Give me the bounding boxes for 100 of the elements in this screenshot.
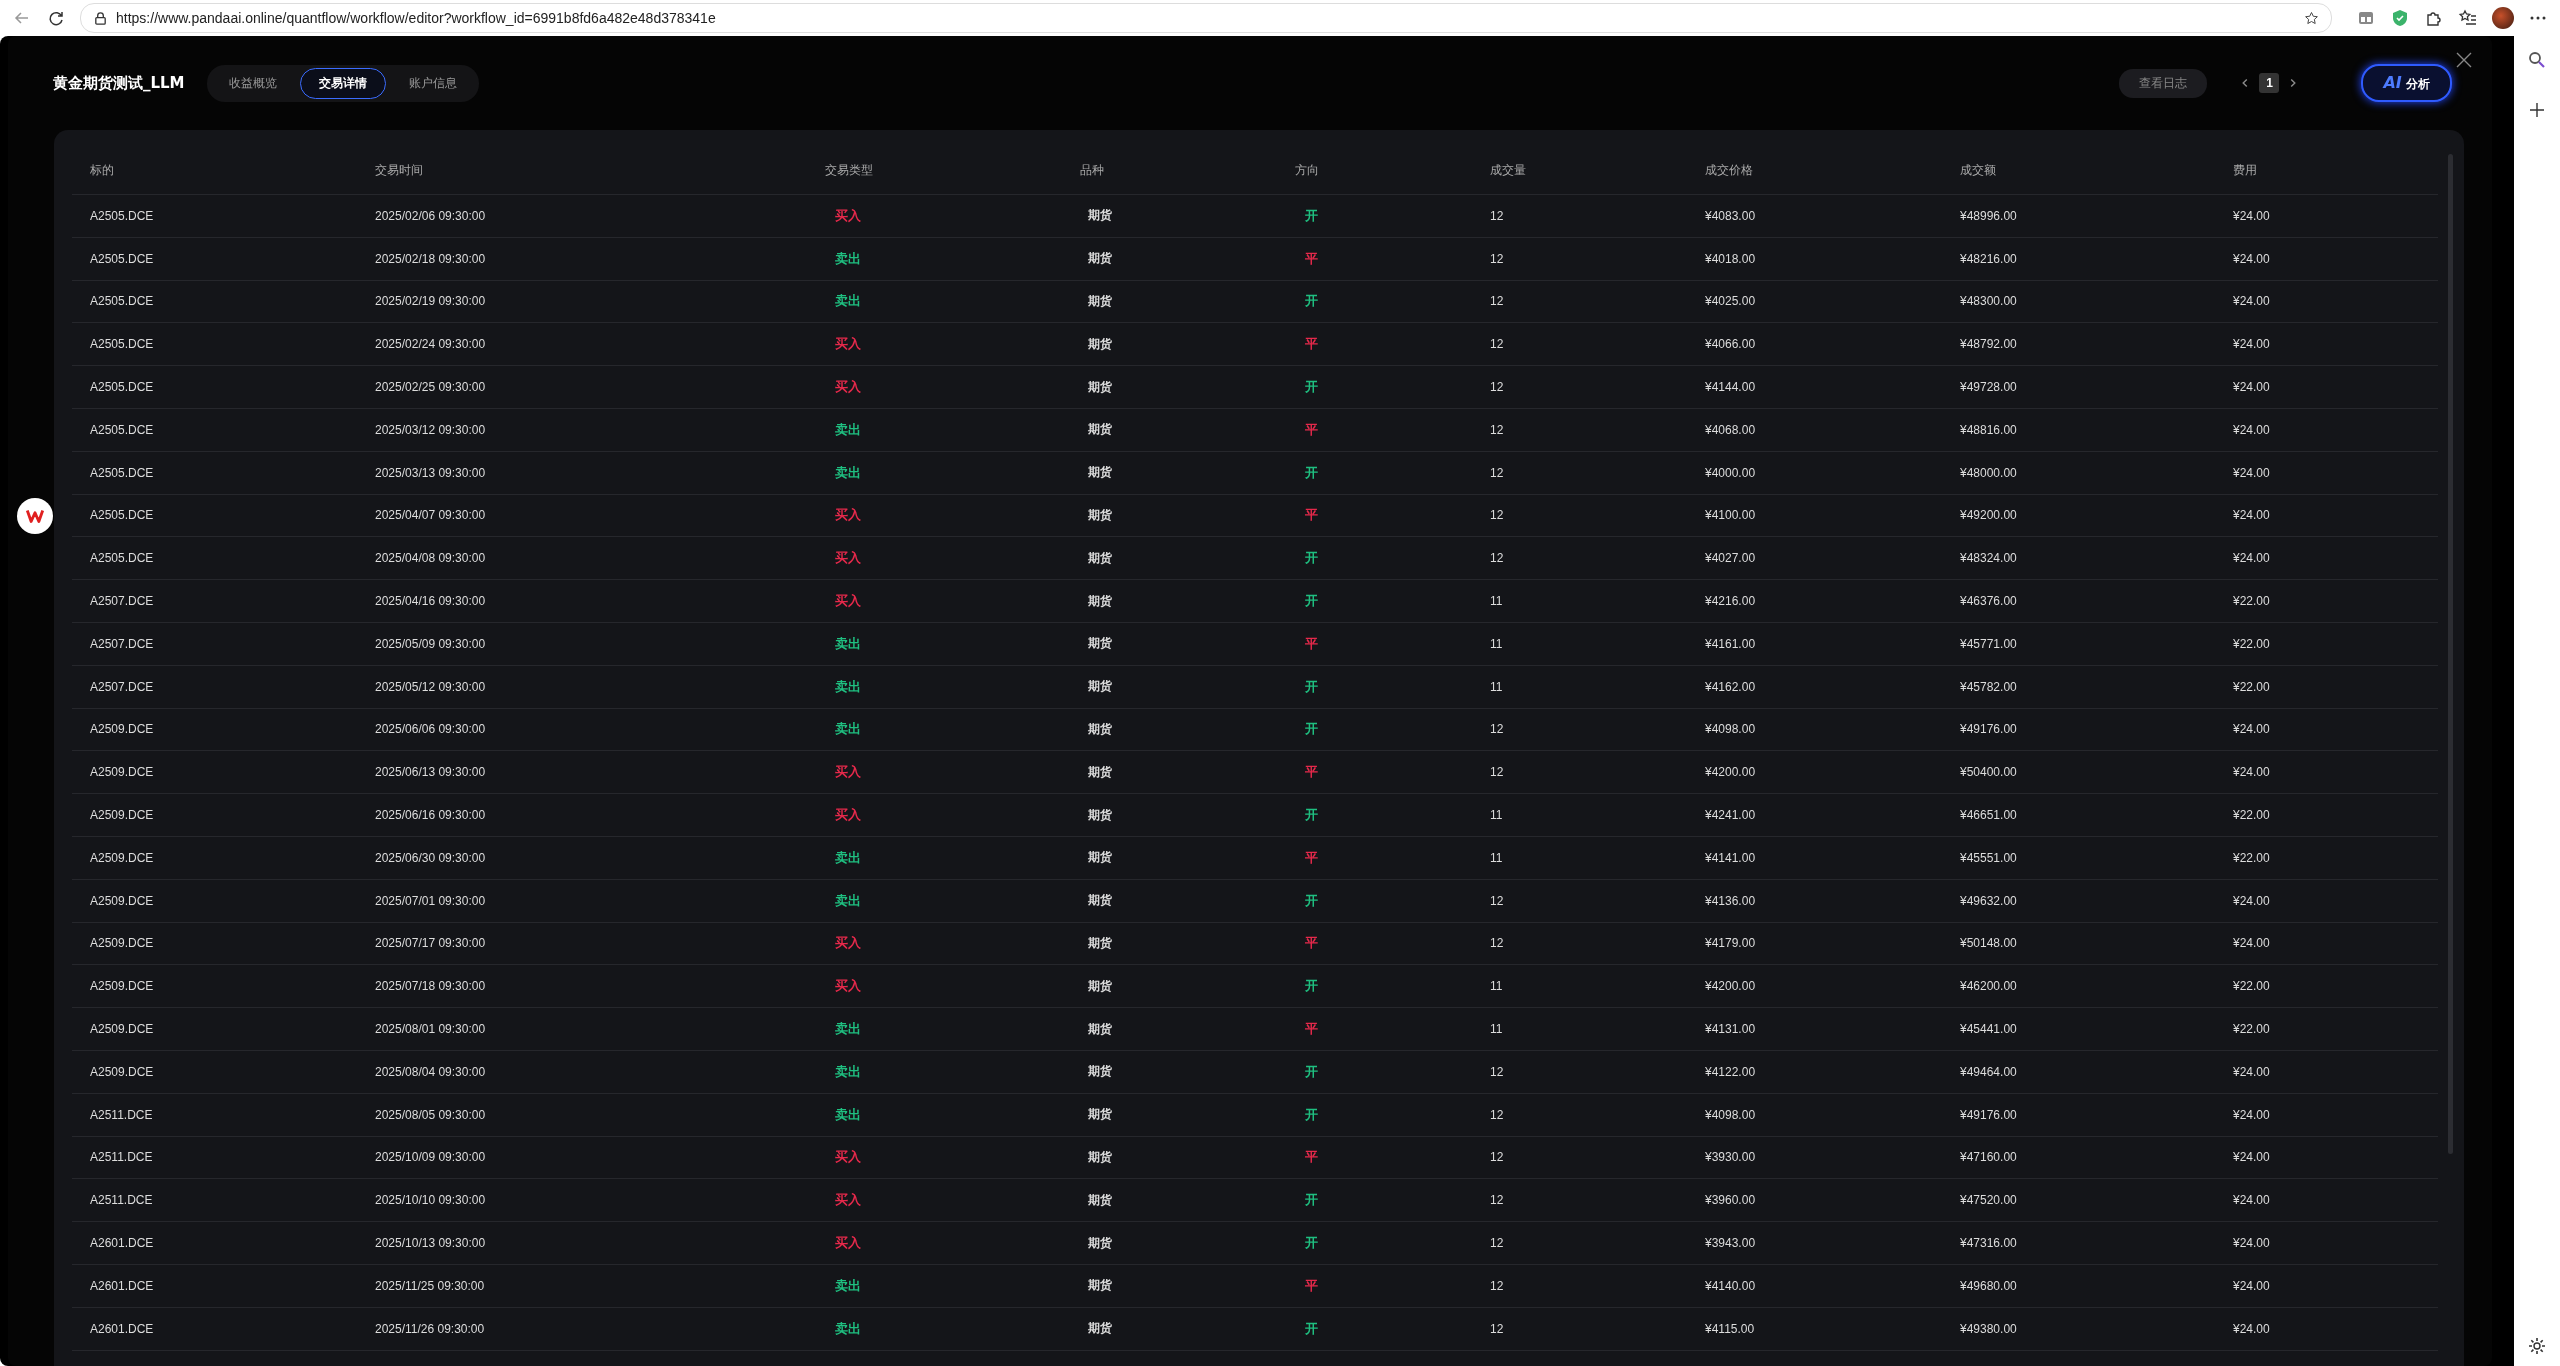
column-header: 品种 (1080, 161, 1104, 179)
table-cell: ¥45782.00 (1960, 679, 2017, 694)
table-cell: 12 (1490, 1064, 1504, 1079)
table-cell-text: 开 (1304, 977, 1318, 996)
favorites-icon[interactable] (2458, 8, 2478, 28)
table-cell-text: 卖出 (834, 249, 861, 268)
table-cell: 11 (1490, 1022, 1503, 1037)
table-cell: A2507.DCE (90, 636, 154, 651)
search-icon[interactable] (2527, 50, 2547, 70)
table-cell-text: 开 (1304, 1191, 1318, 1210)
table-cell-text: 开 (1304, 891, 1318, 910)
table-cell: A2507.DCE (90, 679, 154, 694)
table-cell: ¥24.00 (2233, 422, 2270, 437)
table-cell: ¥4136.00 (1705, 893, 1756, 908)
table-cell: ¥3943.00 (1705, 1236, 1756, 1250)
table-cell: 12 (1490, 422, 1504, 437)
table-cell: ¥4144.00 (1705, 380, 1756, 395)
table-cell: A2509.DCE (90, 893, 154, 908)
table-cell-text: 期货 (1087, 763, 1112, 781)
view-log-button[interactable]: 查看日志 (2119, 68, 2208, 98)
table-cell: ¥48324.00 (1960, 551, 2017, 566)
table-cell: ¥49680.00 (1960, 1278, 2017, 1293)
table-cell: A2507.DCE (90, 594, 154, 609)
column-header: 交易时间 (375, 161, 423, 179)
table-cell: 12 (1490, 251, 1504, 266)
table-cell: 2025/08/04 09:30:00 (375, 1064, 486, 1079)
table-cell-text: 期货 (1087, 1106, 1112, 1124)
column-header: 成交价格 (1705, 161, 1753, 179)
close-icon[interactable] (2454, 50, 2474, 70)
table-cell-text: 开 (1304, 677, 1318, 696)
table-cell-text: 卖出 (834, 848, 861, 867)
table-cell-text: 平 (1304, 934, 1318, 953)
table-cell: 12 (1490, 294, 1504, 309)
table-cell-text: 期货 (1087, 1277, 1112, 1295)
table-cell-text: 卖出 (834, 720, 861, 739)
table-cell: ¥24.00 (2233, 722, 2270, 737)
table-cell: 2025/06/16 09:30:00 (375, 808, 486, 823)
scrollbar-thumb[interactable] (2448, 154, 2453, 1154)
tab[interactable]: 账户信息 (389, 67, 476, 99)
table-cell: 12 (1490, 208, 1504, 223)
table-cell: ¥24.00 (2233, 1193, 2270, 1208)
table-cell-text: 期货 (1087, 378, 1112, 396)
address-bar[interactable]: https://www.pandaai.online/quantflow/workflow/editor?workflow_id=6991b8fd6a482e48d378341e (80, 3, 2332, 33)
column-header: 交易类型 (825, 161, 873, 179)
table-cell-text: 开 (1304, 378, 1318, 397)
table-cell: ¥3930.00 (1705, 1150, 1756, 1165)
table-cell: ¥4066.00 (1705, 337, 1756, 352)
table-cell: ¥46200.00 (1960, 979, 2017, 994)
tab[interactable]: 交易详情 (299, 67, 386, 99)
table-cell: ¥4018.00 (1705, 251, 1756, 266)
table-cell: 2025/07/01 09:30:00 (375, 893, 486, 908)
table-cell: A2509.DCE (90, 722, 154, 737)
table-cell: 2025/10/10 09:30:00 (375, 1193, 486, 1208)
table-cell: 2025/06/30 09:30:00 (375, 850, 486, 865)
table-cell-text: 买入 (834, 1148, 861, 1167)
table-cell-text: 平 (1304, 335, 1318, 354)
table-cell-text: 平 (1304, 1020, 1318, 1039)
table-cell: ¥48000.00 (1960, 465, 2017, 480)
table-cell-text: 卖出 (834, 1276, 861, 1295)
table-cell-text: 卖出 (834, 634, 861, 653)
table-cell: 2025/07/18 09:30:00 (375, 979, 486, 994)
table-cell: A2509.DCE (90, 1064, 154, 1079)
table-cell-text: 卖出 (834, 677, 861, 696)
table-cell: ¥48816.00 (1960, 422, 2017, 437)
table-cell: 2025/07/17 09:30:00 (375, 936, 486, 951)
table-cell: ¥24.00 (2233, 1236, 2270, 1250)
table-cell: ¥24.00 (2233, 1064, 2270, 1079)
table-cell: 12 (1490, 508, 1504, 523)
shield-icon[interactable] (2390, 8, 2410, 28)
table-cell-text: 平 (1304, 420, 1318, 439)
table-cell-text: 买入 (834, 335, 861, 354)
table-cell: ¥4161.00 (1705, 636, 1756, 651)
add-icon[interactable] (2527, 100, 2547, 120)
table-cell: 2025/02/19 09:30:00 (375, 294, 486, 309)
table-cell: ¥45771.00 (1960, 636, 2017, 651)
table-cell: ¥49176.00 (1960, 1107, 2017, 1122)
table-cell: 2025/02/25 09:30:00 (375, 380, 486, 395)
table-cell: A2505.DCE (90, 294, 154, 309)
table-cell: A2505.DCE (90, 208, 154, 223)
avatar[interactable] (2492, 7, 2514, 29)
table-cell: 12 (1490, 722, 1504, 737)
table-cell-text: 期货 (1087, 335, 1112, 353)
table-cell-text: 期货 (1087, 1191, 1112, 1209)
table-cell: 12 (1490, 380, 1504, 395)
table-cell: 2025/11/25 09:30:00 (375, 1278, 485, 1293)
table-cell: 12 (1490, 1150, 1504, 1165)
ai-analysis-button[interactable]: AI 分析 (2361, 64, 2452, 102)
table-cell: ¥22.00 (2233, 679, 2270, 694)
table-cell: ¥24.00 (2233, 1321, 2270, 1336)
settings-icon[interactable] (2527, 1336, 2547, 1356)
page-button[interactable]: 1 (2259, 73, 2280, 93)
tab[interactable]: 收益概览 (209, 67, 296, 99)
table-cell: ¥22.00 (2233, 979, 2270, 994)
table-cell: ¥22.00 (2233, 636, 2270, 651)
table-cell-text: 期货 (1087, 250, 1112, 268)
star-icon[interactable] (2304, 10, 2319, 26)
table-cell-text: 开 (1304, 1062, 1318, 1081)
table-cell: 2025/06/13 09:30:00 (375, 765, 486, 780)
table-cell-text: 卖出 (834, 1020, 861, 1039)
table-cell: A2601.DCE (90, 1321, 154, 1336)
